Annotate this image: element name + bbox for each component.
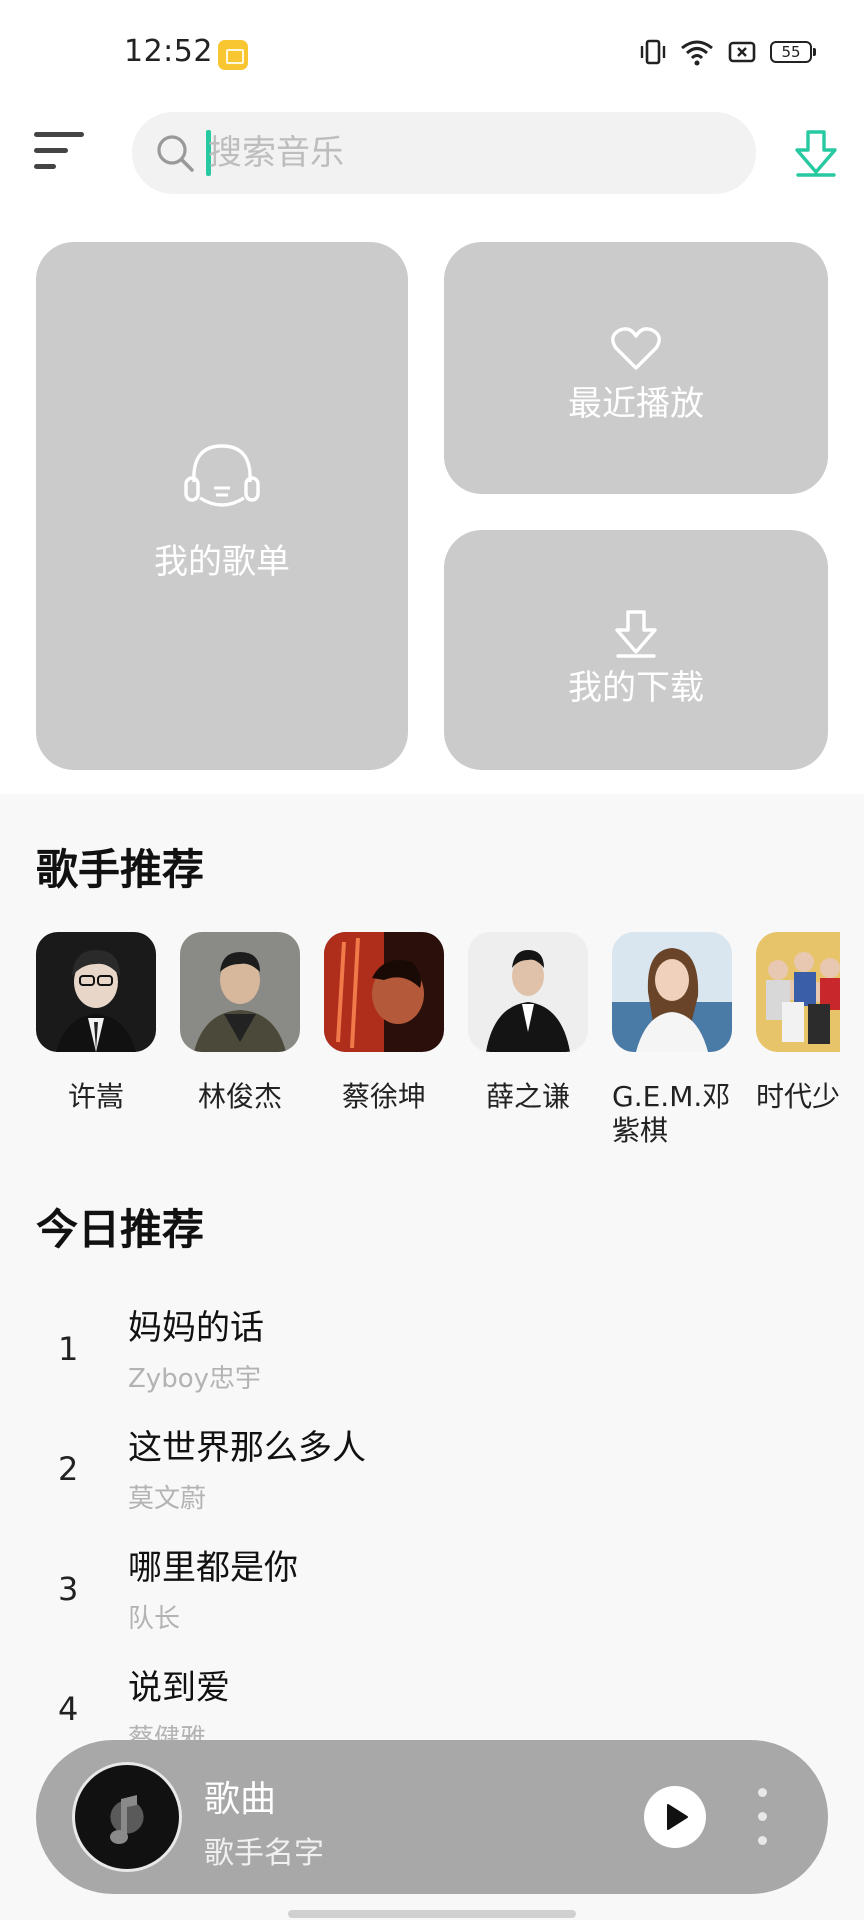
status-bar: 12:52 55 (0, 0, 864, 100)
more-dot (758, 1836, 767, 1845)
wifi-icon (681, 40, 713, 66)
singer-photo (756, 932, 840, 1052)
song-rank: 4 (58, 1690, 79, 1728)
song-title: 这世界那么多人 (128, 1428, 366, 1468)
app-screen: 12:52 55 搜索音乐 我的歌单 最近播放 我的下载 歌手推荐 许嵩 林俊杰… (0, 0, 864, 1920)
song-title: 说到爱 (128, 1668, 230, 1708)
mini-player[interactable]: 歌曲 歌手名字 (36, 1740, 828, 1894)
song-row[interactable]: 3 哪里都是你 队长 (0, 1532, 864, 1652)
singer-photo (324, 932, 444, 1052)
my-downloads-tile[interactable]: 我的下载 (444, 530, 828, 770)
recently-played-label: 最近播放 (568, 384, 704, 424)
menu-button[interactable] (34, 128, 86, 174)
search-icon (157, 135, 194, 172)
play-button[interactable] (644, 1786, 706, 1848)
singer-photo (36, 932, 156, 1052)
music-note-icon (110, 1795, 137, 1844)
singer-card[interactable]: G.E.M.邓紫棋 (612, 932, 732, 1148)
singers-section-title: 歌手推荐 (36, 845, 205, 894)
player-song-title: 歌曲 (204, 1779, 277, 1820)
singer-photo (612, 932, 732, 1052)
song-artist: Zyboy忠宇 (128, 1364, 261, 1394)
status-time: 12:52 (124, 34, 213, 69)
singer-card[interactable]: 蔡徐坤 (324, 932, 444, 1114)
song-row[interactable]: 1 妈妈的话 Zyboy忠宇 (0, 1292, 864, 1412)
singer-name: 薛之谦 (485, 1080, 570, 1113)
song-rank: 2 (58, 1450, 79, 1488)
singer-photo (180, 932, 300, 1052)
singer-card[interactable]: 薛之谦 (468, 932, 588, 1114)
my-downloads-label: 我的下载 (568, 668, 704, 708)
song-row[interactable]: 2 这世界那么多人 莫文蔚 (0, 1412, 864, 1532)
menu-line (34, 164, 56, 169)
singer-card[interactable]: 时代少团 (756, 932, 840, 1114)
song-rank: 3 (58, 1570, 79, 1608)
song-rank: 1 (58, 1330, 79, 1368)
singer-photo (468, 932, 588, 1052)
vibrate-icon (640, 39, 666, 65)
notification-app-icon (218, 40, 248, 70)
today-section-title: 今日推荐 (36, 1205, 205, 1254)
my-playlists-tile[interactable]: 我的歌单 (36, 242, 408, 770)
singer-name: 蔡徐坤 (341, 1080, 426, 1113)
album-disc (72, 1762, 182, 1872)
song-title: 哪里都是你 (128, 1548, 298, 1588)
singer-name: 林俊杰 (197, 1080, 282, 1113)
search-bar[interactable] (132, 112, 756, 194)
download-arrow-icon (615, 610, 657, 658)
menu-line (34, 148, 68, 153)
more-dot (758, 1812, 767, 1821)
download-icon[interactable] (792, 128, 840, 178)
search-input[interactable] (208, 122, 728, 184)
more-options-button[interactable] (752, 1786, 772, 1848)
song-artist: 莫文蔚 (128, 1484, 207, 1514)
play-icon (667, 1804, 688, 1830)
singer-card[interactable]: 许嵩 (36, 932, 156, 1114)
home-indicator[interactable] (288, 1910, 576, 1918)
sim-icon (728, 41, 756, 63)
my-playlists-label: 我的歌单 (154, 542, 290, 582)
singer-name: G.E.M.邓紫棋 (612, 1080, 731, 1147)
singer-name: 许嵩 (67, 1080, 124, 1113)
status-icons: 55 (640, 38, 816, 66)
player-artist: 歌手名字 (204, 1836, 324, 1871)
menu-line (34, 132, 84, 137)
heart-icon (611, 327, 661, 370)
singer-carousel[interactable]: 许嵩 林俊杰 蔡徐坤 薛之谦 G.E.M.邓紫棋 时代少 (36, 932, 840, 1162)
singer-name: 时代少团 (756, 1080, 840, 1113)
more-dot (758, 1788, 767, 1797)
recently-played-tile[interactable]: 最近播放 (444, 242, 828, 494)
headphones-icon (184, 444, 260, 507)
song-artist: 队长 (128, 1604, 181, 1634)
singer-card[interactable]: 林俊杰 (180, 932, 300, 1114)
song-title: 妈妈的话 (128, 1308, 264, 1348)
battery-icon: 55 (770, 41, 816, 63)
